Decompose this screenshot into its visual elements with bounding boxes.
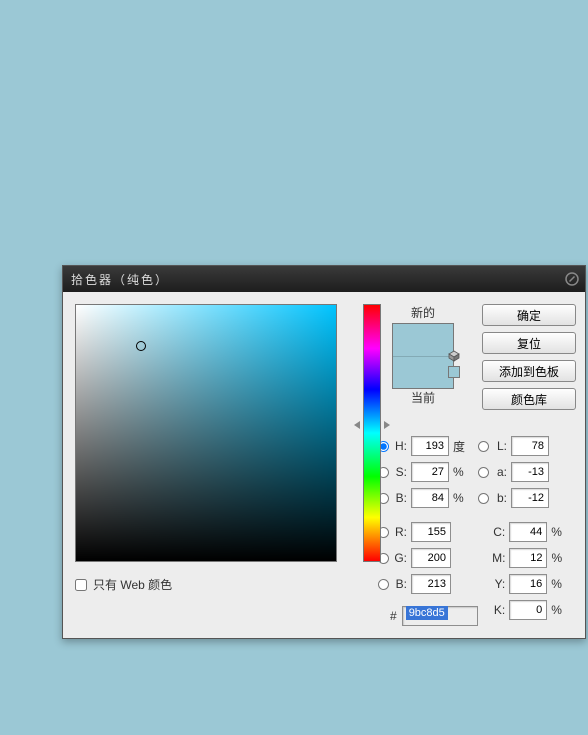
ok-button[interactable]: 确定: [482, 304, 576, 326]
l-radio[interactable]: [478, 441, 489, 452]
bv-label: B:: [393, 491, 407, 505]
b-input[interactable]: [511, 488, 549, 508]
bb-input[interactable]: [411, 574, 451, 594]
bb-row: B:: [378, 572, 478, 596]
pct-y: %: [551, 577, 568, 591]
deg-unit: 度: [453, 438, 471, 455]
pct-unit-2: %: [453, 491, 471, 505]
c-label: C:: [492, 525, 505, 539]
s-input[interactable]: [411, 462, 449, 482]
a-radio[interactable]: [478, 467, 489, 478]
a-label: a:: [493, 465, 507, 479]
l-row: L:: [478, 434, 568, 458]
color-swatch[interactable]: [392, 323, 454, 389]
pct-c: %: [551, 525, 568, 539]
color-picker-dialog: 拾色器（纯色） 只有 Web 颜色: [62, 265, 586, 639]
r-label: R:: [393, 525, 407, 539]
dialog-titlebar[interactable]: 拾色器（纯色）: [63, 266, 585, 292]
pct-m: %: [551, 551, 568, 565]
a-input[interactable]: [511, 462, 549, 482]
hex-row: # 9bc8d5: [390, 606, 478, 626]
top-row: 新的 当前 确定 复位 添加到色板 颜色库: [378, 304, 576, 410]
pct-unit: %: [453, 465, 471, 479]
right-panel: 新的 当前 确定 复位 添加到色板 颜色库: [378, 304, 576, 626]
current-color-label: 当前: [378, 389, 468, 406]
button-column: 确定 复位 添加到色板 颜色库: [482, 304, 576, 410]
mini-swatch[interactable]: [448, 366, 460, 378]
y-input[interactable]: [509, 574, 547, 594]
a-row: a:: [478, 460, 568, 484]
r-row: R:: [378, 520, 478, 544]
web-only-row: 只有 Web 颜色: [75, 576, 366, 593]
dialog-content: 只有 Web 颜色 新的 当前: [63, 292, 585, 638]
web-only-label: 只有 Web 颜色: [93, 576, 172, 593]
hex-input[interactable]: 9bc8d5: [402, 606, 478, 626]
s-row: S: %: [378, 460, 478, 484]
y-row: Y: %: [478, 572, 568, 596]
hash-label: #: [390, 609, 397, 623]
picker-cursor-icon: [136, 341, 146, 351]
k-row: K: %: [478, 598, 568, 622]
c-input[interactable]: [509, 522, 547, 542]
m-input[interactable]: [509, 548, 547, 568]
cube-icon[interactable]: [448, 350, 460, 362]
g-row: G:: [378, 546, 478, 570]
close-icon[interactable]: [565, 272, 579, 286]
dialog-title: 拾色器（纯色）: [71, 271, 169, 288]
web-only-checkbox[interactable]: [75, 579, 87, 591]
k-input[interactable]: [509, 600, 547, 620]
reset-button[interactable]: 复位: [482, 332, 576, 354]
g-input[interactable]: [411, 548, 451, 568]
color-field[interactable]: [75, 304, 337, 562]
fields-area: H: 度 S: % B: %: [378, 434, 576, 626]
color-libraries-button[interactable]: 颜色库: [482, 388, 576, 410]
b-row: b:: [478, 486, 568, 510]
c-row: C: %: [478, 520, 568, 544]
bv-input[interactable]: [411, 488, 449, 508]
g-label: G:: [393, 551, 407, 565]
h-input[interactable]: [411, 436, 449, 456]
l-input[interactable]: [511, 436, 549, 456]
s-label: S:: [393, 465, 407, 479]
y-label: Y:: [492, 577, 505, 591]
bb-radio[interactable]: [378, 579, 389, 590]
h-label: H:: [393, 439, 407, 453]
r-input[interactable]: [411, 522, 451, 542]
new-color-label: 新的: [378, 304, 468, 321]
bb-label: B:: [393, 577, 407, 591]
left-panel: 只有 Web 颜色: [75, 304, 366, 626]
l-label: L:: [493, 439, 507, 453]
h-row: H: 度: [378, 434, 478, 458]
b-radio[interactable]: [478, 493, 489, 504]
add-swatch-button[interactable]: 添加到色板: [482, 360, 576, 382]
bv-row: B: %: [378, 486, 478, 510]
m-row: M: %: [478, 546, 568, 570]
k-label: K:: [492, 603, 505, 617]
m-label: M:: [492, 551, 505, 565]
b-label: b:: [493, 491, 507, 505]
pct-k: %: [551, 603, 568, 617]
